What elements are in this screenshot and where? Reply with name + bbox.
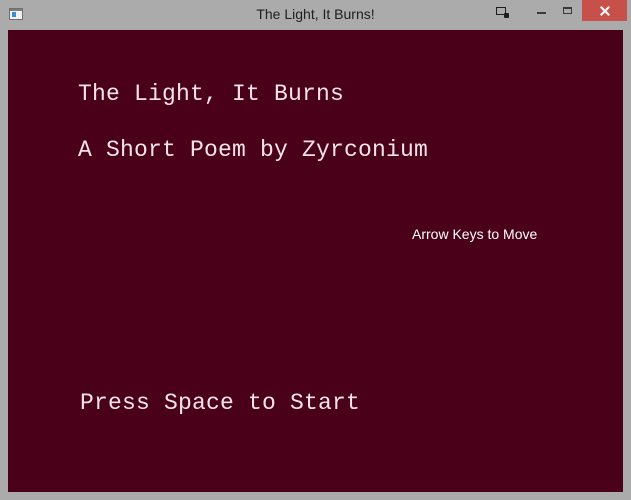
snap-window-button[interactable] [488,0,514,21]
controls-hint: Arrow Keys to Move [412,226,538,242]
game-title: The Light, It Burns [78,81,345,107]
game-subtitle: A Short Poem by Zyrconium [78,137,429,163]
maximize-icon [562,7,572,14]
close-icon [599,5,611,17]
maximize-button[interactable] [554,0,580,21]
minimize-button[interactable] [528,0,554,21]
game-window: The Light, It Burns! The Light, It Burns… [0,0,631,500]
game-canvas[interactable]: The Light, It Burns A Short Poem by Zyrc… [8,30,623,492]
start-prompt: Press Space to Start [80,390,361,416]
minimize-icon [536,11,546,14]
close-button[interactable] [582,0,627,21]
snap-window-icon [496,6,509,18]
window-titlebar[interactable]: The Light, It Burns! [0,0,631,30]
